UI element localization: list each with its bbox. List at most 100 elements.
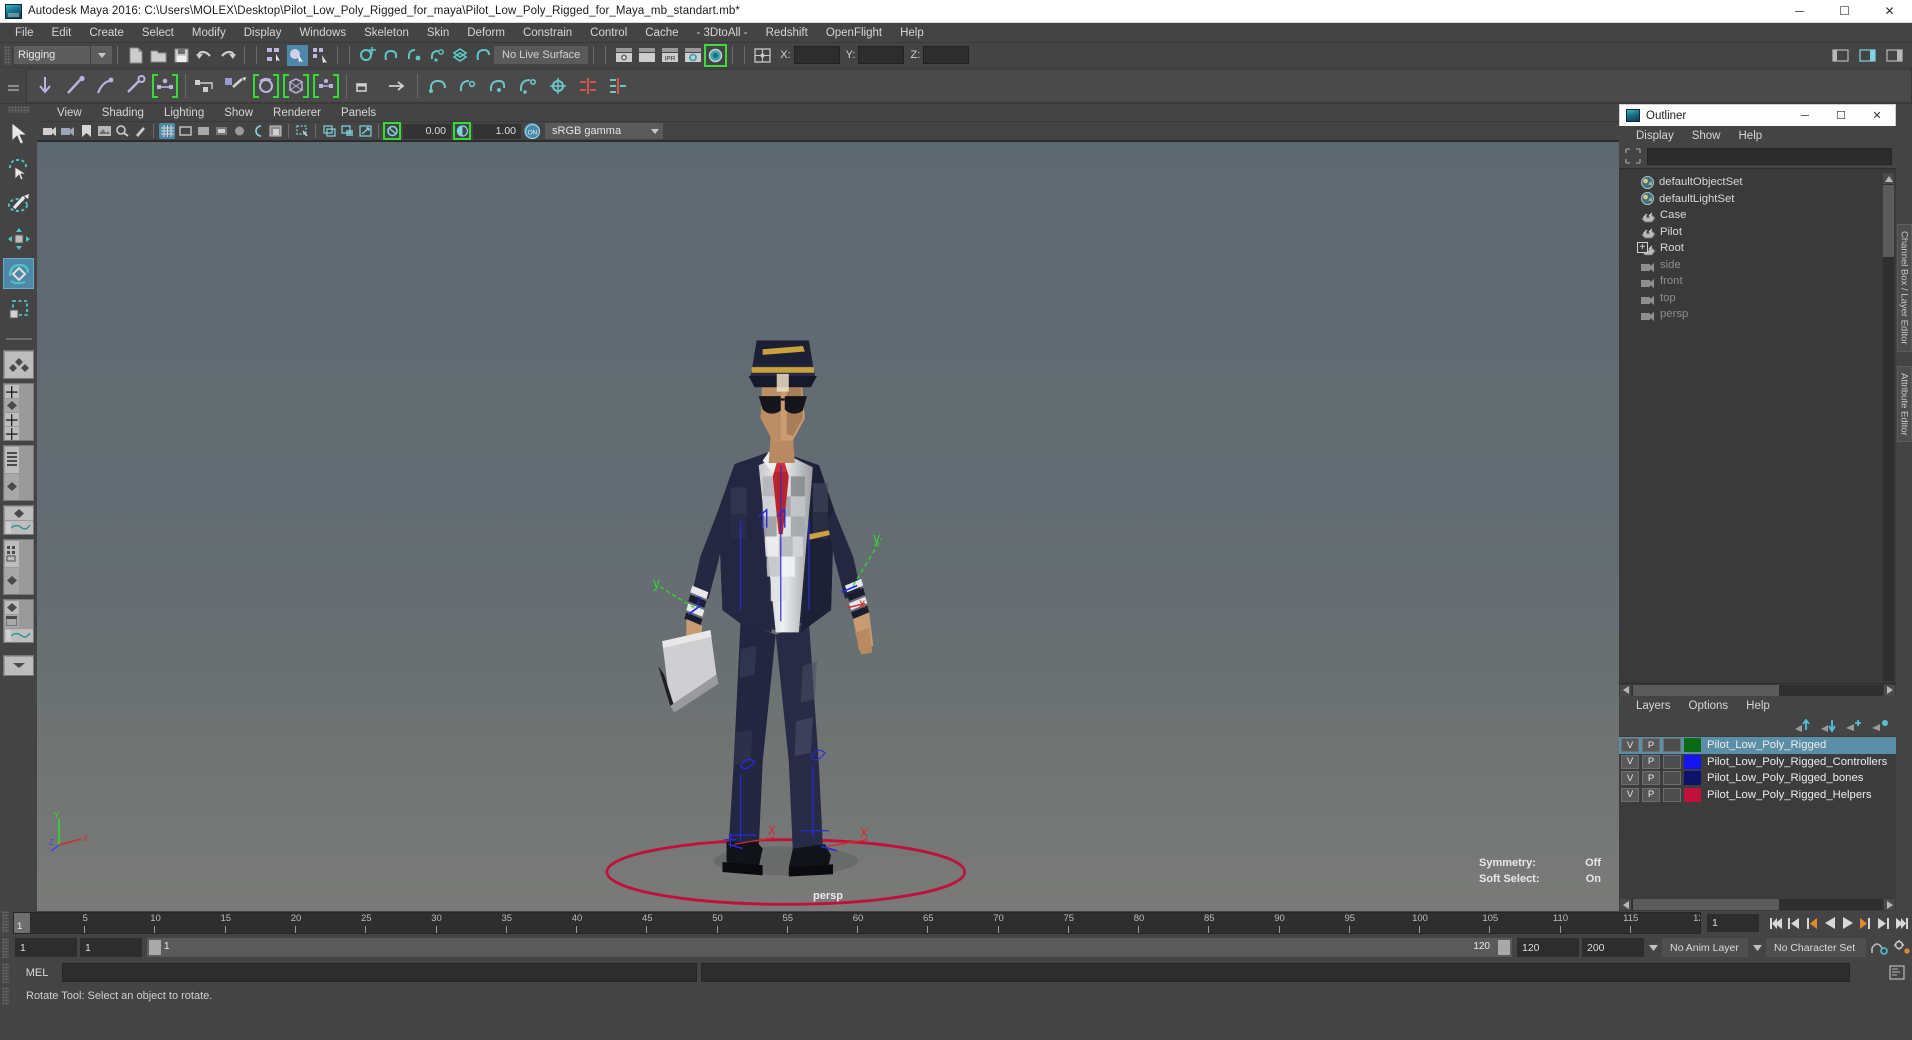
coord-z-input[interactable] <box>923 46 970 64</box>
minimize-button[interactable]: ─ <box>1777 0 1822 23</box>
outliner-item-top[interactable]: top <box>1619 290 1896 307</box>
menu-control[interactable]: Control <box>581 25 636 41</box>
layout-hypershade-persp-button[interactable] <box>3 539 34 595</box>
outliner-horizontal-scrollbar[interactable] <box>1619 683 1896 696</box>
parent-constraint-button[interactable] <box>353 71 381 101</box>
save-scene-button[interactable] <box>171 45 192 66</box>
snap-to-view-planes-button[interactable] <box>449 45 470 66</box>
maximize-button[interactable]: ☐ <box>1822 0 1867 23</box>
paint-select-tool-button[interactable] <box>3 188 34 219</box>
bind-skin-button[interactable] <box>192 71 220 101</box>
menu-help[interactable]: Help <box>891 25 933 41</box>
layout-persp-outliner-graph-button[interactable] <box>3 599 34 643</box>
range-start-handle[interactable] <box>149 940 161 955</box>
hypershade-button[interactable] <box>704 43 728 67</box>
select-by-object-type-button[interactable] <box>287 44 308 66</box>
scrollbar-thumb[interactable] <box>1633 684 1779 696</box>
toolbox-grip[interactable] <box>7 106 30 113</box>
scale-tool-button[interactable] <box>3 293 34 324</box>
two-d-pan-zoom-icon[interactable] <box>114 123 130 139</box>
gamma-value-field[interactable]: 1.00 <box>473 123 521 139</box>
isolate-select-icon[interactable] <box>294 123 310 139</box>
layer-visibility-toggle[interactable]: V <box>1621 787 1639 802</box>
menu-select[interactable]: Select <box>133 25 183 41</box>
outliner-item-Pilot[interactable]: Pilot <box>1619 224 1896 241</box>
panel-menu-lighting[interactable]: Lighting <box>154 106 214 120</box>
menu-display[interactable]: Display <box>235 25 291 41</box>
outliner-close-button[interactable]: ✕ <box>1859 105 1895 127</box>
outliner-minimize-button[interactable]: ─ <box>1787 105 1823 127</box>
menu-modify[interactable]: Modify <box>183 25 235 41</box>
menu-openflight[interactable]: OpenFlight <box>817 25 891 41</box>
scroll-right-arrow-icon[interactable] <box>1884 684 1895 696</box>
layout-more-button[interactable] <box>3 655 34 676</box>
range-slider-grip[interactable] <box>2 937 9 958</box>
exposure-toggle-icon[interactable] <box>231 123 247 139</box>
toggle-resolution-gate-icon[interactable] <box>195 123 211 139</box>
anim-layer-dropdown-icon[interactable] <box>1647 938 1659 957</box>
character-set-dropdown-icon[interactable] <box>1751 938 1763 957</box>
ipr-render-button[interactable]: IPR <box>659 45 680 66</box>
time-slider-grip[interactable] <box>2 911 9 933</box>
rotate-tool-button[interactable] <box>3 258 34 289</box>
menu-constrain[interactable]: Constrain <box>514 25 581 41</box>
outliner-vertical-scrollbar[interactable] <box>1883 173 1894 681</box>
scroll-left-arrow-icon[interactable] <box>1620 899 1631 910</box>
new-layer-from-selected-icon[interactable] <box>1871 719 1888 733</box>
command-line-grip[interactable] <box>2 962 9 983</box>
render-settings-button[interactable] <box>682 45 703 66</box>
outliner-menu-help[interactable]: Help <box>1730 129 1772 143</box>
layout-single-perspective-button[interactable] <box>3 350 34 379</box>
menu-skin[interactable]: Skin <box>418 25 458 41</box>
ik-handle-tool-button[interactable] <box>61 71 89 101</box>
command-output[interactable] <box>701 963 1850 982</box>
character-set-selector[interactable]: No Character Set <box>1766 938 1866 957</box>
close-button[interactable]: ✕ <box>1867 0 1912 23</box>
point-constraint-button[interactable] <box>383 71 411 101</box>
auto-keyframe-toggle-icon[interactable] <box>1869 938 1889 958</box>
move-tool-button[interactable] <box>3 223 34 254</box>
orient-constraint-button[interactable] <box>424 71 452 101</box>
snap-to-projected-center-button[interactable] <box>426 45 447 66</box>
menu-set-selector[interactable]: Rigging <box>14 46 90 64</box>
hscrollbar-track[interactable] <box>1632 684 1883 696</box>
menu-edit[interactable]: Edit <box>43 25 81 41</box>
joint-tool-button[interactable] <box>31 71 59 101</box>
render-sequence-button[interactable] <box>636 45 657 66</box>
layer-visibility-toggle[interactable]: V <box>1621 754 1639 769</box>
layer-playback-toggle[interactable]: P <box>1642 754 1660 769</box>
play-forward-icon[interactable] <box>1839 913 1856 933</box>
panel-menu-shading[interactable]: Shading <box>92 106 154 120</box>
grease-pencil-icon[interactable] <box>132 123 148 139</box>
layer-type-toggle[interactable] <box>1663 738 1681 753</box>
outliner-item-defaultObjectSet[interactable]: defaultObjectSet <box>1619 174 1896 191</box>
insert-joint-tool-button[interactable] <box>121 71 149 101</box>
bookmark-icon[interactable] <box>78 123 94 139</box>
outliner-maximize-button[interactable]: ☐ <box>1823 105 1859 127</box>
ik-spline-handle-tool-button[interactable] <box>91 71 119 101</box>
panel-menu-panels[interactable]: Panels <box>331 106 386 120</box>
create-control-button[interactable] <box>151 71 179 101</box>
command-input[interactable] <box>62 963 697 982</box>
mirror-skin-weights-button[interactable] <box>604 71 632 101</box>
toggle-film-gate-icon[interactable] <box>177 123 193 139</box>
open-scene-button[interactable] <box>148 45 169 66</box>
layer-playback-toggle[interactable]: P <box>1642 771 1660 786</box>
make-live-button[interactable] <box>472 45 493 66</box>
outliner-menu-display[interactable]: Display <box>1627 129 1683 143</box>
time-slider[interactable]: 1 5 10 15 20 25 30 35 40 45 50 55 60 65 70 75 80 85 90 95 1… <box>13 912 1701 934</box>
right-tab-attribute-editor[interactable]: Attribute Editor <box>1896 365 1912 443</box>
viewport-background-icon[interactable] <box>267 123 283 139</box>
layer-name[interactable]: Pilot_Low_Poly_Rigged <box>1707 739 1826 751</box>
range-end-field[interactable]: 120 <box>1517 938 1579 957</box>
hscrollbar-track[interactable] <box>1632 899 1883 910</box>
outliner-tree[interactable]: defaultObjectSet defaultLightSet Case Pilot… <box>1619 168 1896 683</box>
xray-active-components-icon[interactable] <box>357 123 373 139</box>
create-circle-control-button[interactable] <box>252 71 280 101</box>
step-back-key-icon[interactable] <box>1785 913 1802 933</box>
menu-create[interactable]: Create <box>80 25 133 41</box>
toggle-grid-icon[interactable] <box>159 123 175 139</box>
panel-menu-renderer[interactable]: Renderer <box>263 106 331 120</box>
current-time-indicator[interactable]: 1 <box>14 913 30 933</box>
move-layer-down-icon[interactable] <box>1819 719 1836 733</box>
